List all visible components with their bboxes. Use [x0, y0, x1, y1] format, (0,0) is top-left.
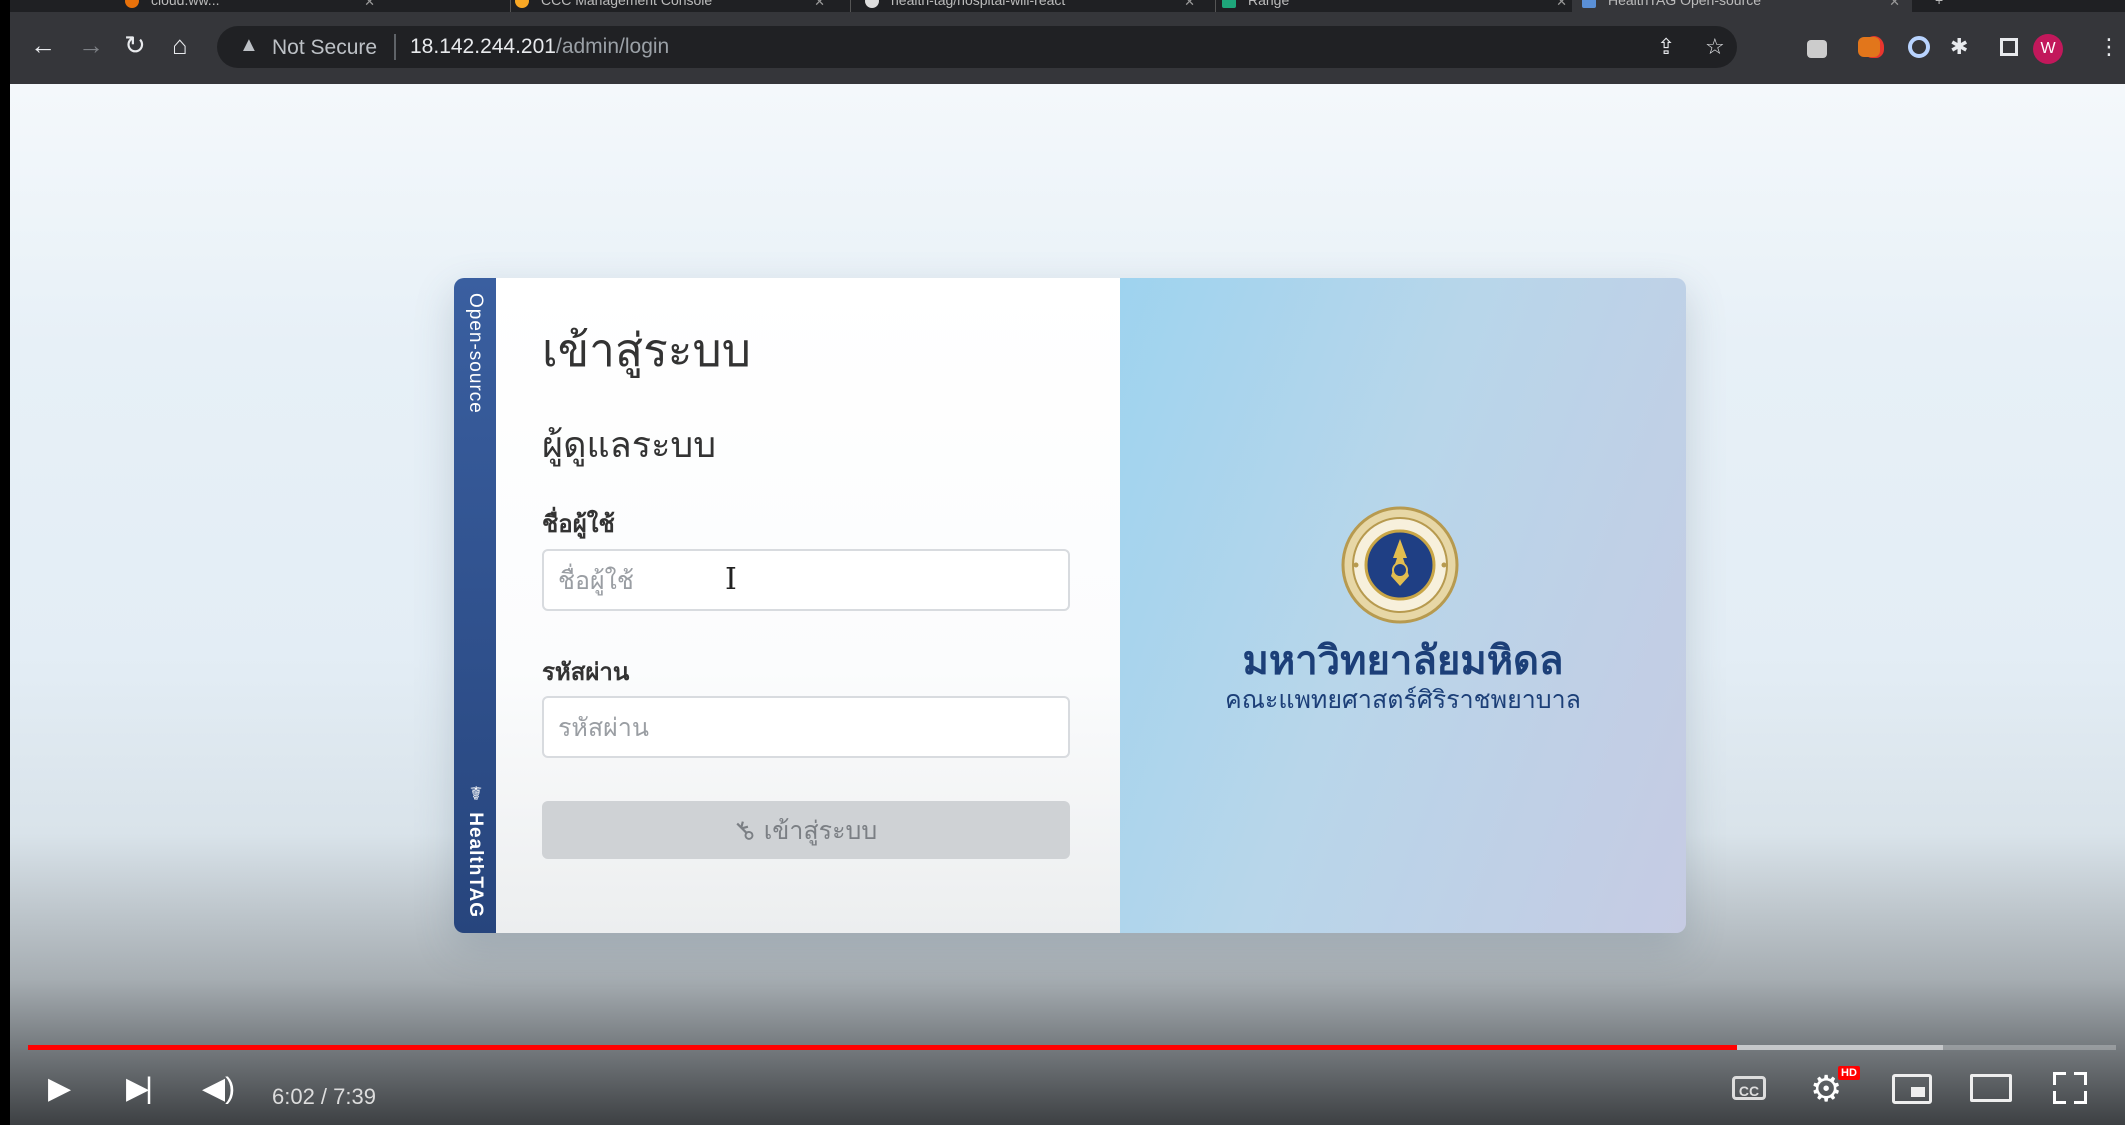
tab-favicon-icon: [125, 0, 139, 9]
url-host: 18.142.244.201: [410, 35, 556, 58]
tab-favicon-icon: [1582, 0, 1596, 9]
extensions-puzzle-icon[interactable]: ✱: [1950, 34, 1968, 60]
time-display: 6:02 / 7:39: [272, 1084, 376, 1109]
page-content: Open-source ☤ HealthTAG เข้าสู่ระบบ ผู้ด…: [10, 84, 2125, 1125]
close-tab-icon[interactable]: ✕: [814, 0, 825, 10]
login-form: เข้าสู่ระบบ ผู้ดูแลระบบ ชื่อผู้ใช้ I รหั…: [496, 278, 1120, 933]
security-indicator[interactable]: Not Secure: [272, 36, 377, 60]
ring-extension-icon[interactable]: [1908, 36, 1930, 58]
next-video-icon[interactable]: ▶︎|: [126, 1067, 153, 1111]
tab-label: cloud.ww...: [151, 0, 220, 8]
browser-toolbar: ← → ↻ ⌂ ▲ Not Secure 18.142.244.201/admi…: [10, 12, 2125, 84]
video-frame: cloud.ww... ✕ CCC Management Console ✕ hea…: [10, 0, 2125, 1125]
branding-panel: มหาวิทยาลัยมหิดล คณะแพทยศาสตร์ศิริราชพยา…: [1120, 278, 1686, 933]
login-card: Open-source ☤ HealthTAG เข้าสู่ระบบ ผู้ด…: [454, 278, 1686, 933]
tab-4[interactable]: Range ✕: [1222, 0, 1567, 12]
home-icon[interactable]: ⌂: [172, 30, 188, 60]
reload-icon[interactable]: ↻: [124, 30, 146, 60]
login-subtitle: ผู้ดูแลระบบ: [542, 424, 717, 465]
text-cursor-icon: I: [725, 562, 737, 597]
tab-favicon-icon: [1222, 0, 1236, 9]
tab-favicon-icon: [515, 0, 529, 9]
play-icon[interactable]: ▶: [48, 1067, 71, 1111]
tab-label: CCC Management Console: [541, 0, 713, 8]
username-input[interactable]: [542, 549, 1070, 611]
tab-strip: cloud.ww... ✕ CCC Management Console ✕ hea…: [10, 0, 2125, 12]
warning-icon[interactable]: ▲: [239, 34, 259, 57]
tab-5-active[interactable]: HealthTAG Open-source ✕: [1572, 0, 1912, 12]
video-progress-bar[interactable]: [28, 1045, 2116, 1050]
profile-avatar[interactable]: W: [2033, 34, 2063, 64]
bookmark-star-icon[interactable]: ☆: [1705, 34, 1725, 60]
address-bar[interactable]: ▲ Not Secure 18.142.244.201/admin/login …: [217, 26, 1737, 68]
metamask-extension-icon[interactable]: [1858, 37, 1880, 57]
tab-3[interactable]: health-tag/hospital-will-react ✕: [865, 0, 1195, 12]
share-icon[interactable]: ⇪: [1657, 34, 1675, 60]
divider: [394, 34, 396, 60]
new-tab-button[interactable]: +: [1935, 0, 1965, 12]
played-progress: [28, 1045, 1738, 1050]
back-arrow-icon[interactable]: ←: [30, 30, 56, 60]
close-tab-icon[interactable]: ✕: [1889, 0, 1900, 10]
screenshot-extension-icon[interactable]: [1807, 40, 1827, 58]
miniplayer-icon[interactable]: [1892, 1074, 1932, 1104]
github-icon: [865, 0, 879, 9]
side-ribbon: Open-source ☤ HealthTAG: [454, 278, 496, 933]
forward-arrow-icon[interactable]: →: [78, 30, 104, 60]
url-path: /admin/login: [555, 35, 670, 58]
ribbon-label-top: Open-source: [465, 293, 486, 414]
close-tab-icon[interactable]: ✕: [1556, 0, 1567, 10]
username-label: ชื่อผู้ใช้: [542, 511, 615, 538]
tab-label: HealthTAG Open-source: [1608, 0, 1762, 8]
password-label: รหัสผ่าน: [542, 659, 630, 686]
faculty-name: คณะแพทยศาสตร์ศิริราชพยาบาล: [1224, 686, 1582, 714]
tab-label: Range: [1248, 0, 1290, 8]
theater-mode-icon[interactable]: [1970, 1074, 2012, 1102]
menu-kebab-icon[interactable]: ⋮: [2098, 34, 2120, 60]
tab-2[interactable]: CCC Management Console ✕: [515, 0, 825, 12]
ribbon-label-bottom: ☤ HealthTAG: [465, 782, 486, 918]
close-tab-icon[interactable]: ✕: [364, 0, 375, 10]
login-title: เข้าสู่ระบบ: [542, 324, 751, 376]
close-tab-icon[interactable]: ✕: [1184, 0, 1195, 10]
url-text[interactable]: 18.142.244.201/admin/login: [410, 35, 669, 59]
login-submit-label: เข้าสู่ระบบ: [763, 816, 878, 845]
tab-label: health-tag/hospital-will-react: [891, 0, 1066, 8]
fullscreen-icon[interactable]: [2053, 1072, 2087, 1104]
login-submit-button[interactable]: ⚷เข้าสู่ระบบ: [542, 801, 1070, 859]
volume-icon[interactable]: ◀): [202, 1067, 235, 1111]
side-panel-icon[interactable]: [2000, 38, 2018, 56]
hd-badge: HD: [1838, 1066, 1860, 1080]
university-seal-logo: [1341, 506, 1459, 624]
tab-1[interactable]: cloud.ww... ✕: [125, 0, 375, 12]
password-input[interactable]: [542, 696, 1070, 758]
captions-button[interactable]: CC: [1732, 1076, 1766, 1100]
